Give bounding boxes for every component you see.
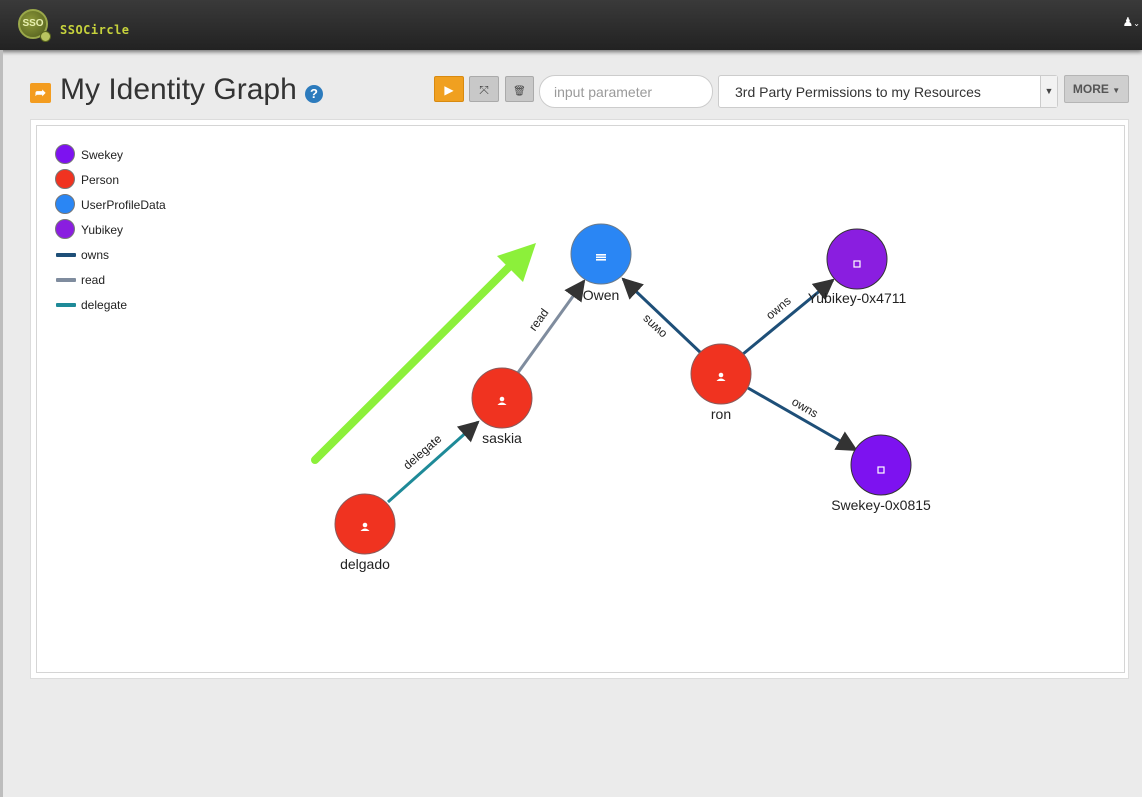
list-icon	[596, 254, 606, 261]
node-label: Yubikey-0x4711	[808, 290, 907, 306]
graph-node-delgado[interactable]: delgado	[334, 493, 396, 572]
node-label: saskia	[482, 430, 522, 446]
node-label: ron	[711, 406, 731, 422]
edge-read-saskia-owen[interactable]: read	[515, 279, 586, 375]
graph-node-ron[interactable]: ron	[690, 343, 752, 422]
edge-owns-ron-swekey[interactable]: owns	[747, 386, 858, 452]
graph-node-saskia[interactable]: saskia	[471, 367, 533, 446]
graph-node-swekey[interactable]: Swekey-0x0815	[831, 434, 931, 513]
identity-graph: delegate read owns owns owns Owen Yubike…	[311, 223, 931, 572]
edge-delegate-delgado-saskia[interactable]: delegate	[387, 420, 480, 504]
graph-node-yubikey[interactable]: Yubikey-0x4711	[808, 228, 907, 306]
node-label: Owen	[583, 287, 620, 303]
node-label: Swekey-0x0815	[831, 497, 931, 513]
edge-label: owns	[789, 394, 820, 420]
graph-node-owen[interactable]: Owen	[570, 223, 632, 303]
edge-owns-ron-owen[interactable]: owns	[621, 277, 704, 356]
node-label: delgado	[340, 556, 390, 572]
edge-label: delegate	[400, 431, 444, 472]
